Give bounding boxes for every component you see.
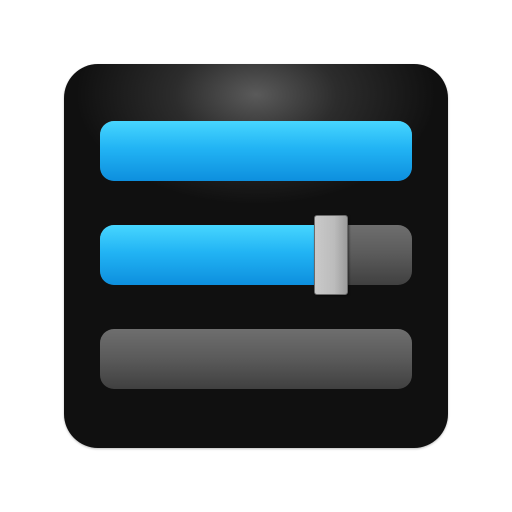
slider-bar-3 [100, 329, 412, 389]
settings-sliders-icon [64, 64, 448, 448]
slider-fill [100, 121, 412, 181]
slider-fill [100, 225, 325, 285]
slider-track [100, 329, 412, 389]
icon-canvas [0, 0, 512, 512]
slider-bar-2 [100, 225, 412, 285]
slider-thumb [314, 215, 348, 295]
slider-bar-1 [100, 121, 412, 181]
